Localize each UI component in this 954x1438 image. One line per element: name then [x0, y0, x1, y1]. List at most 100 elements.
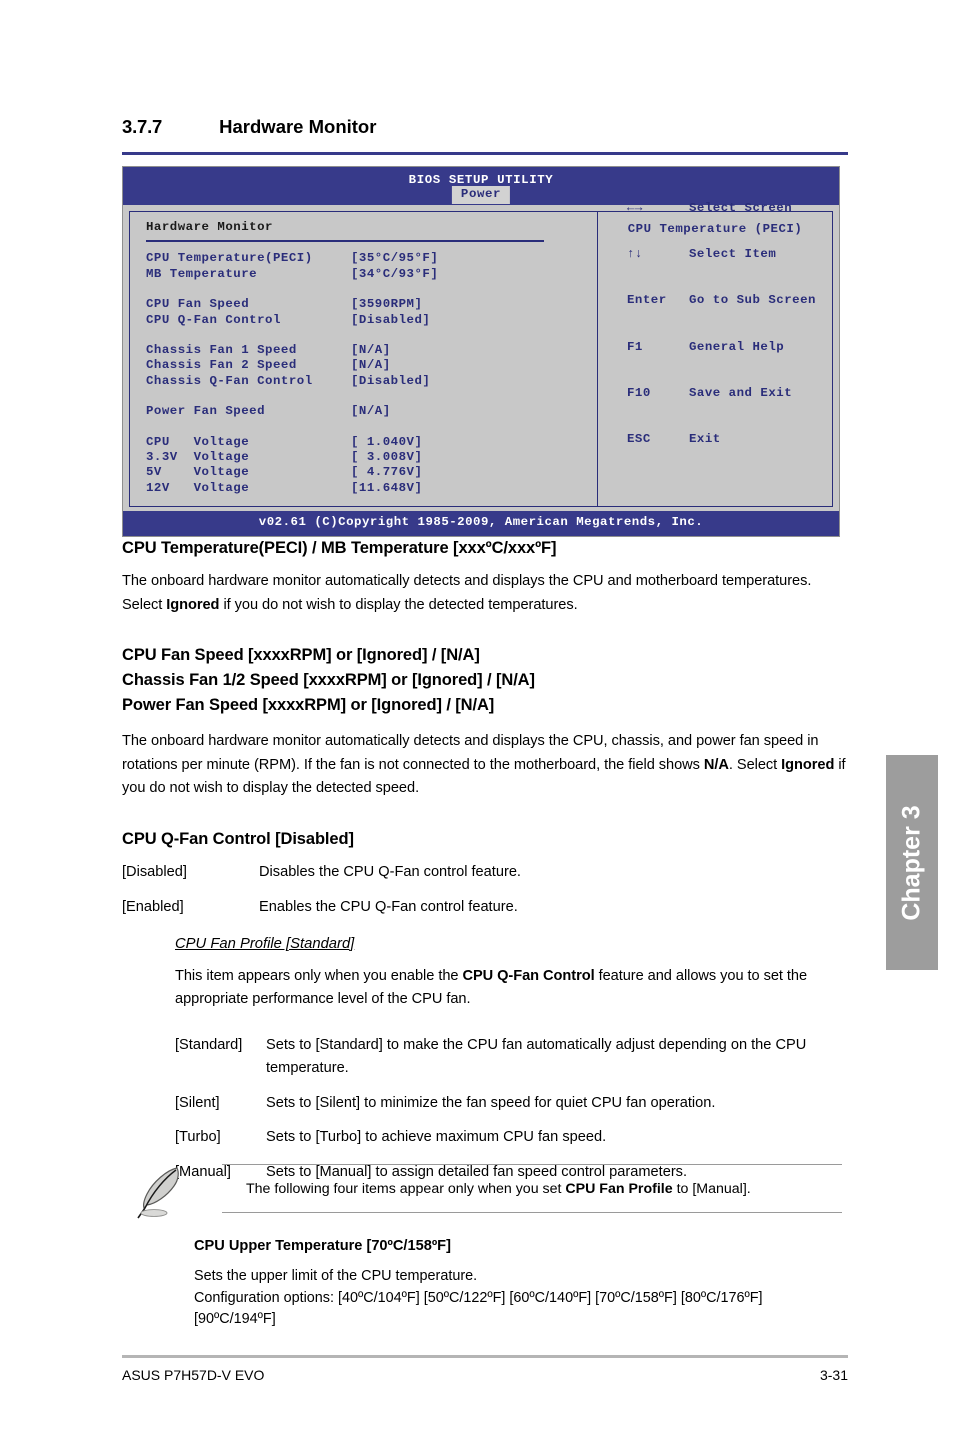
cpu-fan-speed-heading: CPU Fan Speed [xxxxRPM] or [Ignored] / […: [122, 646, 480, 664]
bios-value: [3590RPM]: [351, 297, 423, 312]
option-description: Disables the CPU Q-Fan control feature.: [259, 863, 521, 880]
bios-label: Power Fan Speed: [146, 404, 266, 419]
text-fragment: if you do not wish to display the detect…: [219, 596, 578, 613]
key-legend-row: ↑↓ Select Item: [627, 247, 816, 262]
bios-value: [34°C/93°F]: [351, 266, 439, 281]
bios-row-chassis-qfan-control[interactable]: Chassis Q-Fan Control [Disabled]: [146, 374, 597, 389]
text-fragment: The following four items appear only whe…: [246, 1181, 566, 1197]
option-term: [Disabled]: [122, 863, 187, 880]
bios-label: CPU Q-Fan Control: [146, 312, 281, 327]
bios-row-cpu-fan-speed[interactable]: CPU Fan Speed [3590RPM]: [146, 297, 597, 312]
bios-label: Chassis Fan 2 Speed: [146, 358, 297, 373]
key-action: Select Screen: [689, 200, 793, 215]
chapter-tab: Chapter 3: [886, 755, 938, 970]
bios-label: CPU Temperature(PECI): [146, 251, 313, 266]
bios-value: [N/A]: [351, 358, 391, 373]
key-esc: ESC: [627, 432, 651, 447]
upper-temp-line-2: Configuration options: [40ºC/104ºF] [50º…: [194, 1289, 763, 1328]
power-fan-speed-heading: Power Fan Speed [xxxxRPM] or [Ignored] /…: [122, 696, 495, 714]
note-text: The following four items appear only whe…: [246, 1179, 842, 1199]
bios-key-legend: ←→ Select Screen ↑↓ Select Item Enter Go to…: [627, 170, 816, 478]
footer-rule: [122, 1355, 848, 1358]
option-term: [Turbo]: [175, 1129, 221, 1145]
key-action: General Help: [689, 339, 785, 354]
bios-value: [ 4.776V]: [351, 465, 423, 480]
chapter-tab-label: Chapter 3: [897, 804, 926, 921]
key-f1: F1: [627, 339, 643, 354]
bios-row-5v-voltage[interactable]: 5V Voltage [ 4.776V]: [146, 465, 597, 480]
section-title: Hardware Monitor: [219, 116, 377, 137]
bios-row-mb-temperature[interactable]: MB Temperature [34°C/93°F]: [146, 267, 597, 282]
bios-label: CPU Voltage: [146, 434, 250, 449]
qfan-control-block: CPU Q-Fan Control [Disabled] [Disabled] …: [122, 827, 848, 1185]
option-description: Sets to [Standard] to make the CPU fan a…: [266, 1036, 807, 1077]
key-legend-row: ESC Exit: [627, 432, 816, 447]
profile-option-silent: [Silent] Sets to [Silent] to minimize th…: [175, 1092, 848, 1116]
bios-panel-title: Hardware Monitor: [146, 220, 273, 234]
bios-label: Chassis Fan 1 Speed: [146, 343, 297, 358]
key-action: Save and Exit: [689, 385, 793, 400]
footer-page-number: 3-31: [819, 1367, 848, 1383]
text-fragment: to [Manual].: [672, 1181, 751, 1197]
option-term: [Silent]: [175, 1094, 220, 1111]
cpu-upper-temperature-heading: CPU Upper Temperature [70ºC/158ºF]: [194, 1238, 451, 1254]
fan-speed-block: CPU Fan Speed [xxxxRPM] or [Ignored] / […: [122, 643, 848, 801]
fan-speed-headings: CPU Fan Speed [xxxxRPM] or [Ignored] / […: [122, 643, 848, 718]
key-legend-row: F1 General Help: [627, 340, 816, 355]
bios-row-power-fan-speed[interactable]: Power Fan Speed [N/A]: [146, 404, 597, 419]
bios-label: 5V Voltage: [146, 465, 250, 480]
temperature-description: The onboard hardware monitor automatical…: [122, 570, 848, 617]
bios-label: Chassis Q-Fan Control: [146, 373, 313, 388]
upper-temp-line-1: Sets the upper limit of the CPU temperat…: [194, 1268, 478, 1284]
option-row-enabled: [Enabled] Enables the CPU Q-Fan control …: [122, 896, 848, 920]
option-description: Sets to [Turbo] to achieve maximum CPU f…: [266, 1129, 607, 1145]
section-number: 3.7.7: [122, 116, 163, 137]
option-term: [Standard]: [175, 1036, 243, 1053]
cpu-fan-profile-description: This item appears only when you enable t…: [175, 965, 848, 1012]
fan-speed-description: The onboard hardware monitor automatical…: [122, 730, 848, 801]
heading-rule: [122, 152, 848, 155]
bios-tab-power[interactable]: Power: [451, 186, 511, 205]
profile-option-standard: [Standard] Sets to [Standard] to make th…: [175, 1034, 848, 1081]
document-body: CPU Temperature(PECI) / MB Temperature […: [122, 536, 848, 1195]
bios-row-chassis-fan-2-speed[interactable]: Chassis Fan 2 Speed [N/A]: [146, 358, 597, 373]
key-legend-row: Enter Go to Sub Screen: [627, 293, 816, 308]
footer-product-name: ASUS P7H57D-V EVO: [122, 1367, 265, 1383]
bios-value: [Disabled]: [351, 373, 431, 388]
text-fragment: . Select: [728, 756, 782, 773]
bios-value: [ 1.040V]: [351, 434, 423, 449]
bios-panel-divider: [146, 240, 544, 243]
option-term: [Enabled]: [122, 899, 184, 915]
bios-row-cpu-voltage[interactable]: CPU Voltage [ 1.040V]: [146, 435, 597, 450]
text-fragment: This item appears only when you enable t…: [175, 967, 463, 984]
bios-value: [N/A]: [351, 404, 391, 419]
key-action: Select Item: [689, 247, 777, 262]
bios-body: Hardware Monitor CPU Temperature(PECI) [3…: [123, 201, 839, 512]
bios-row-chassis-fan-1-speed[interactable]: Chassis Fan 1 Speed [N/A]: [146, 343, 597, 358]
bios-row-12v-voltage[interactable]: 12V Voltage [11.648V]: [146, 481, 597, 496]
bios-row-3v3-voltage[interactable]: 3.3V Voltage [ 3.008V]: [146, 450, 597, 465]
bios-value: [N/A]: [351, 343, 391, 358]
text-emphasis: Ignored: [781, 756, 835, 773]
bios-title: BIOS SETUP UTILITY: [408, 173, 554, 187]
key-enter: Enter: [627, 293, 667, 308]
key-legend-row: ←→ Select Screen: [627, 201, 816, 216]
bios-row-cpu-qfan-control[interactable]: CPU Q-Fan Control [Disabled]: [146, 313, 597, 328]
bios-row-cpu-temperature[interactable]: CPU Temperature(PECI) [35°C/95°F]: [146, 251, 597, 266]
bios-label: 3.3V Voltage: [146, 450, 250, 465]
bios-settings-panel: Hardware Monitor CPU Temperature(PECI) [3…: [129, 211, 597, 508]
bios-copyright: v02.61 (C)Copyright 1985-2009, American …: [123, 511, 839, 536]
key-action: Exit: [689, 432, 721, 447]
profile-option-turbo: [Turbo] Sets to [Turbo] to achieve maxim…: [175, 1126, 848, 1150]
option-row-disabled: [Disabled] Disables the CPU Q-Fan contro…: [122, 861, 848, 885]
bios-label: MB Temperature: [146, 266, 258, 281]
cpu-upper-temperature-block: CPU Upper Temperature [70ºC/158ºF] Sets …: [194, 1238, 844, 1331]
key-f10: F10: [627, 385, 651, 400]
bios-setup-screenshot: BIOS SETUP UTILITY Power Hardware Monito…: [122, 166, 840, 537]
text-emphasis: Ignored: [166, 596, 220, 613]
option-description: Sets to [Silent] to minimize the fan spe…: [266, 1094, 716, 1111]
